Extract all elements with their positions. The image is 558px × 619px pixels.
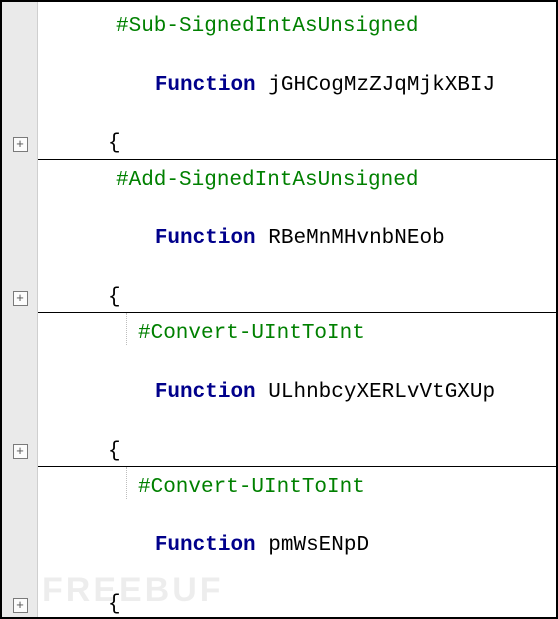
keyword-function: Function xyxy=(155,381,256,404)
code-block: #Sub-SignedIntAsUnsigned Function jGHCog… xyxy=(38,6,556,160)
fold-toggle-icon[interactable]: + xyxy=(13,137,28,152)
function-name: RBeMnMHvnbNEob xyxy=(268,227,444,250)
open-brace: { xyxy=(38,283,556,313)
comment-line: #Convert-UIntToInt xyxy=(38,473,556,502)
keyword-function: Function xyxy=(155,74,256,97)
function-name: jGHCogMzZJqMjkXBIJ xyxy=(268,74,495,97)
brace-row: + { xyxy=(38,590,556,619)
function-name: ULhnbcyXERLvVtGXUp xyxy=(268,381,495,404)
brace-row: + { xyxy=(38,130,556,160)
code-area[interactable]: #Sub-SignedIntAsUnsigned Function jGHCog… xyxy=(38,2,556,617)
function-decl: Function RBeMnMHvnbNEob xyxy=(38,195,556,283)
function-decl: Function ULhnbcyXERLvVtGXUp xyxy=(38,349,556,437)
brace-row: + { xyxy=(38,283,556,313)
code-block: #Convert-UIntToInt Function ULhnbcyXERLv… xyxy=(38,313,556,467)
code-block: #Add-SignedIntAsUnsigned Function RBeMnM… xyxy=(38,160,556,314)
fold-toggle-icon[interactable]: + xyxy=(13,444,28,459)
fold-toggle-icon[interactable]: + xyxy=(13,598,28,613)
function-decl: Function pmWsENpD xyxy=(38,502,556,590)
brace-row: + { xyxy=(38,437,556,467)
comment-line: #Convert-UIntToInt xyxy=(38,319,556,348)
function-decl: Function jGHCogMzZJqMjkXBIJ xyxy=(38,41,556,129)
function-name: pmWsENpD xyxy=(268,534,369,557)
open-brace: { xyxy=(38,130,556,160)
open-brace: { xyxy=(38,437,556,467)
code-editor: #Sub-SignedIntAsUnsigned Function jGHCog… xyxy=(2,2,556,617)
open-brace: { xyxy=(38,590,556,619)
keyword-function: Function xyxy=(155,227,256,250)
fold-toggle-icon[interactable]: + xyxy=(13,291,28,306)
comment-line: #Add-SignedIntAsUnsigned xyxy=(38,166,556,195)
comment-line: #Sub-SignedIntAsUnsigned xyxy=(38,12,556,41)
keyword-function: Function xyxy=(155,534,256,557)
code-block: #Convert-UIntToInt Function pmWsENpD + { xyxy=(38,467,556,619)
